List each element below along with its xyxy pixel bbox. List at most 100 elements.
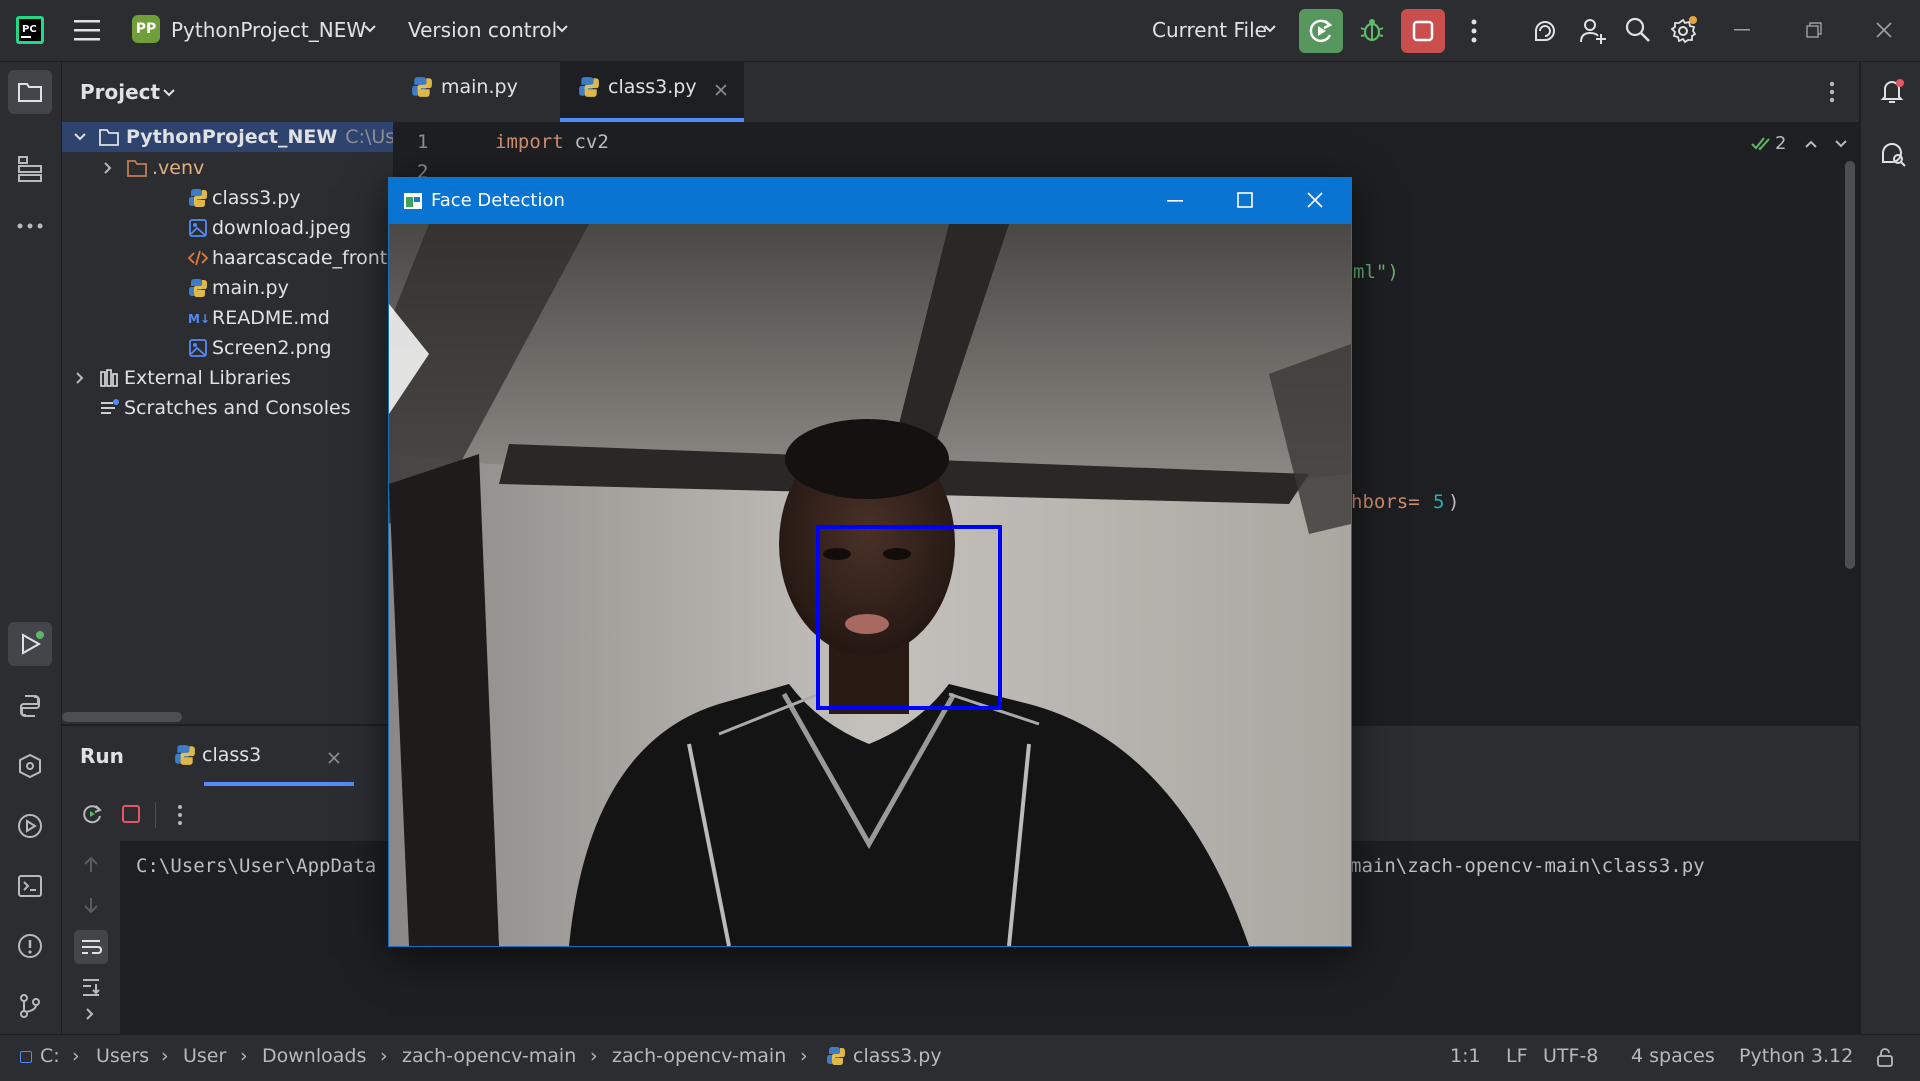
chevron-down-icon [1835,139,1848,147]
run-tab-class3[interactable]: class3 [160,726,356,786]
close-icon[interactable] [1876,22,1892,38]
webcam-image [389,224,1351,946]
tree-item-venv[interactable]: .venv [100,153,204,183]
breadcrumb-item[interactable]: zach-opencv-main [612,1045,786,1067]
svg-text:M↓: M↓ [188,312,210,326]
run-tool-button[interactable] [8,622,52,666]
breadcrumb-file[interactable]: class3.py [853,1045,942,1067]
more-tools-icon[interactable] [16,222,44,230]
stop-button[interactable] [1401,9,1445,53]
python-file-icon [412,77,432,97]
close-tab-icon[interactable] [328,752,340,764]
tree-external-libraries[interactable]: External Libraries [72,363,291,393]
code-fragment: ml") [1353,261,1399,283]
notifications-bell-icon[interactable] [1877,76,1907,106]
settings-gear-icon[interactable] [1668,14,1700,46]
inspections-count: 2 [1775,133,1787,154]
soft-wrap-icon [82,940,103,954]
python-run-icon [175,745,195,765]
horizontal-scrollbar[interactable] [62,712,182,722]
more-actions-icon[interactable] [1470,18,1478,44]
close-tab-icon[interactable] [715,84,727,96]
tree-item-main-py[interactable]: main.py [188,273,289,303]
ai-chat-icon[interactable] [1877,138,1907,168]
more-tabs-icon[interactable] [1828,80,1836,104]
breadcrumb-item[interactable]: Users [96,1045,149,1067]
tree-root-project[interactable]: PythonProject_NEW C:\Use [72,122,407,152]
restore-icon[interactable] [1806,22,1822,38]
tree-scratches-consoles[interactable]: Scratches and Consoles [98,393,351,423]
breadcrumb-separator-icon: › [800,1045,808,1067]
project-panel-title[interactable]: Project [80,80,160,104]
main-menu-icon[interactable] [74,18,102,42]
scroll-to-end-icon[interactable] [80,976,102,998]
search-icon[interactable] [1624,16,1652,44]
active-tab-indicator [560,118,744,122]
minimize-icon[interactable] [1167,200,1183,202]
services-icon[interactable] [16,812,44,840]
python-file-icon [579,77,599,97]
code-module: cv2 [563,131,609,153]
close-icon[interactable] [1307,192,1323,208]
project-tool-window: Project PythonProject_NEW C:\Use .venv c… [62,62,454,724]
terminal-icon[interactable] [16,872,44,900]
face-window-titlebar[interactable]: Face Detection [389,178,1351,224]
breadcrumb-separator-icon: › [380,1045,388,1067]
git-branch-icon[interactable] [16,992,44,1020]
left-tool-window-bar [0,62,62,1034]
caret-position[interactable]: 1:1 [1450,1045,1481,1067]
indent-setting[interactable]: 4 spaces [1631,1045,1715,1067]
chevron-down-icon [74,133,86,141]
rerun-icon[interactable] [80,802,104,826]
more-actions-icon[interactable] [176,804,184,826]
tree-item-readme[interactable]: M↓ README.md [188,303,330,333]
editor-tabs: main.py class3.py [393,62,1859,123]
scroll-down-icon[interactable] [80,894,102,916]
structure-icon[interactable] [16,154,44,182]
chevron-down-icon[interactable] [363,24,377,34]
chevron-down-icon[interactable] [1263,24,1277,34]
rerun-button[interactable] [1299,9,1343,53]
tree-item-class3[interactable]: class3.py [188,183,301,213]
python-console-icon[interactable] [16,692,44,720]
check-double-icon [1751,136,1770,150]
version-control-menu[interactable]: Version control [408,18,557,42]
chevron-down-icon[interactable] [162,88,176,98]
inspections-widget[interactable]: 2 [1751,133,1848,154]
line-separator[interactable]: LF [1506,1045,1528,1067]
console-line-left: C:\Users\User\AppData [136,855,377,877]
tree-item-download-jpeg[interactable]: download.jpeg [188,213,351,243]
breadcrumb-drive[interactable]: C: [40,1045,60,1067]
minimize-icon[interactable] [1734,29,1750,31]
tree-item-screen2-png[interactable]: Screen2.png [188,333,332,363]
maximize-icon[interactable] [1237,192,1253,208]
code-fragment: ) [1448,491,1460,513]
python-interpreter[interactable]: Python 3.12 [1739,1045,1853,1067]
tab-class3-py[interactable]: class3.py [560,62,744,122]
face-detection-window[interactable]: Face Detection [388,177,1352,947]
breadcrumb-item[interactable]: Downloads [262,1045,366,1067]
tab-main-py[interactable]: main.py [411,76,518,98]
add-user-icon[interactable] [1578,16,1608,46]
python-packages-icon[interactable] [16,752,44,780]
chevron-down-icon[interactable] [555,24,569,34]
run-icon [22,631,44,655]
ai-assistant-icon[interactable] [1530,16,1560,46]
chevron-up-icon [1805,140,1818,148]
problems-icon[interactable] [16,932,44,960]
lock-icon[interactable] [1874,1046,1896,1068]
run-configuration-selector[interactable]: Current File [1152,18,1267,42]
breadcrumb-item[interactable]: zach-opencv-main [402,1045,576,1067]
debug-icon[interactable] [1358,16,1386,44]
scroll-up-icon[interactable] [80,854,102,876]
stop-icon[interactable] [121,804,141,824]
editor-scrollbar[interactable] [1845,161,1855,569]
project-tool-button[interactable] [8,70,52,114]
project-name[interactable]: PythonProject_NEW [171,18,366,42]
chevron-right-icon[interactable] [82,1006,98,1022]
project-badge[interactable]: PP [132,15,160,43]
breadcrumb-item[interactable]: User [183,1045,226,1067]
file-encoding[interactable]: UTF-8 [1543,1045,1598,1067]
folder-icon [99,129,119,146]
soft-wrap-button[interactable] [74,930,108,964]
